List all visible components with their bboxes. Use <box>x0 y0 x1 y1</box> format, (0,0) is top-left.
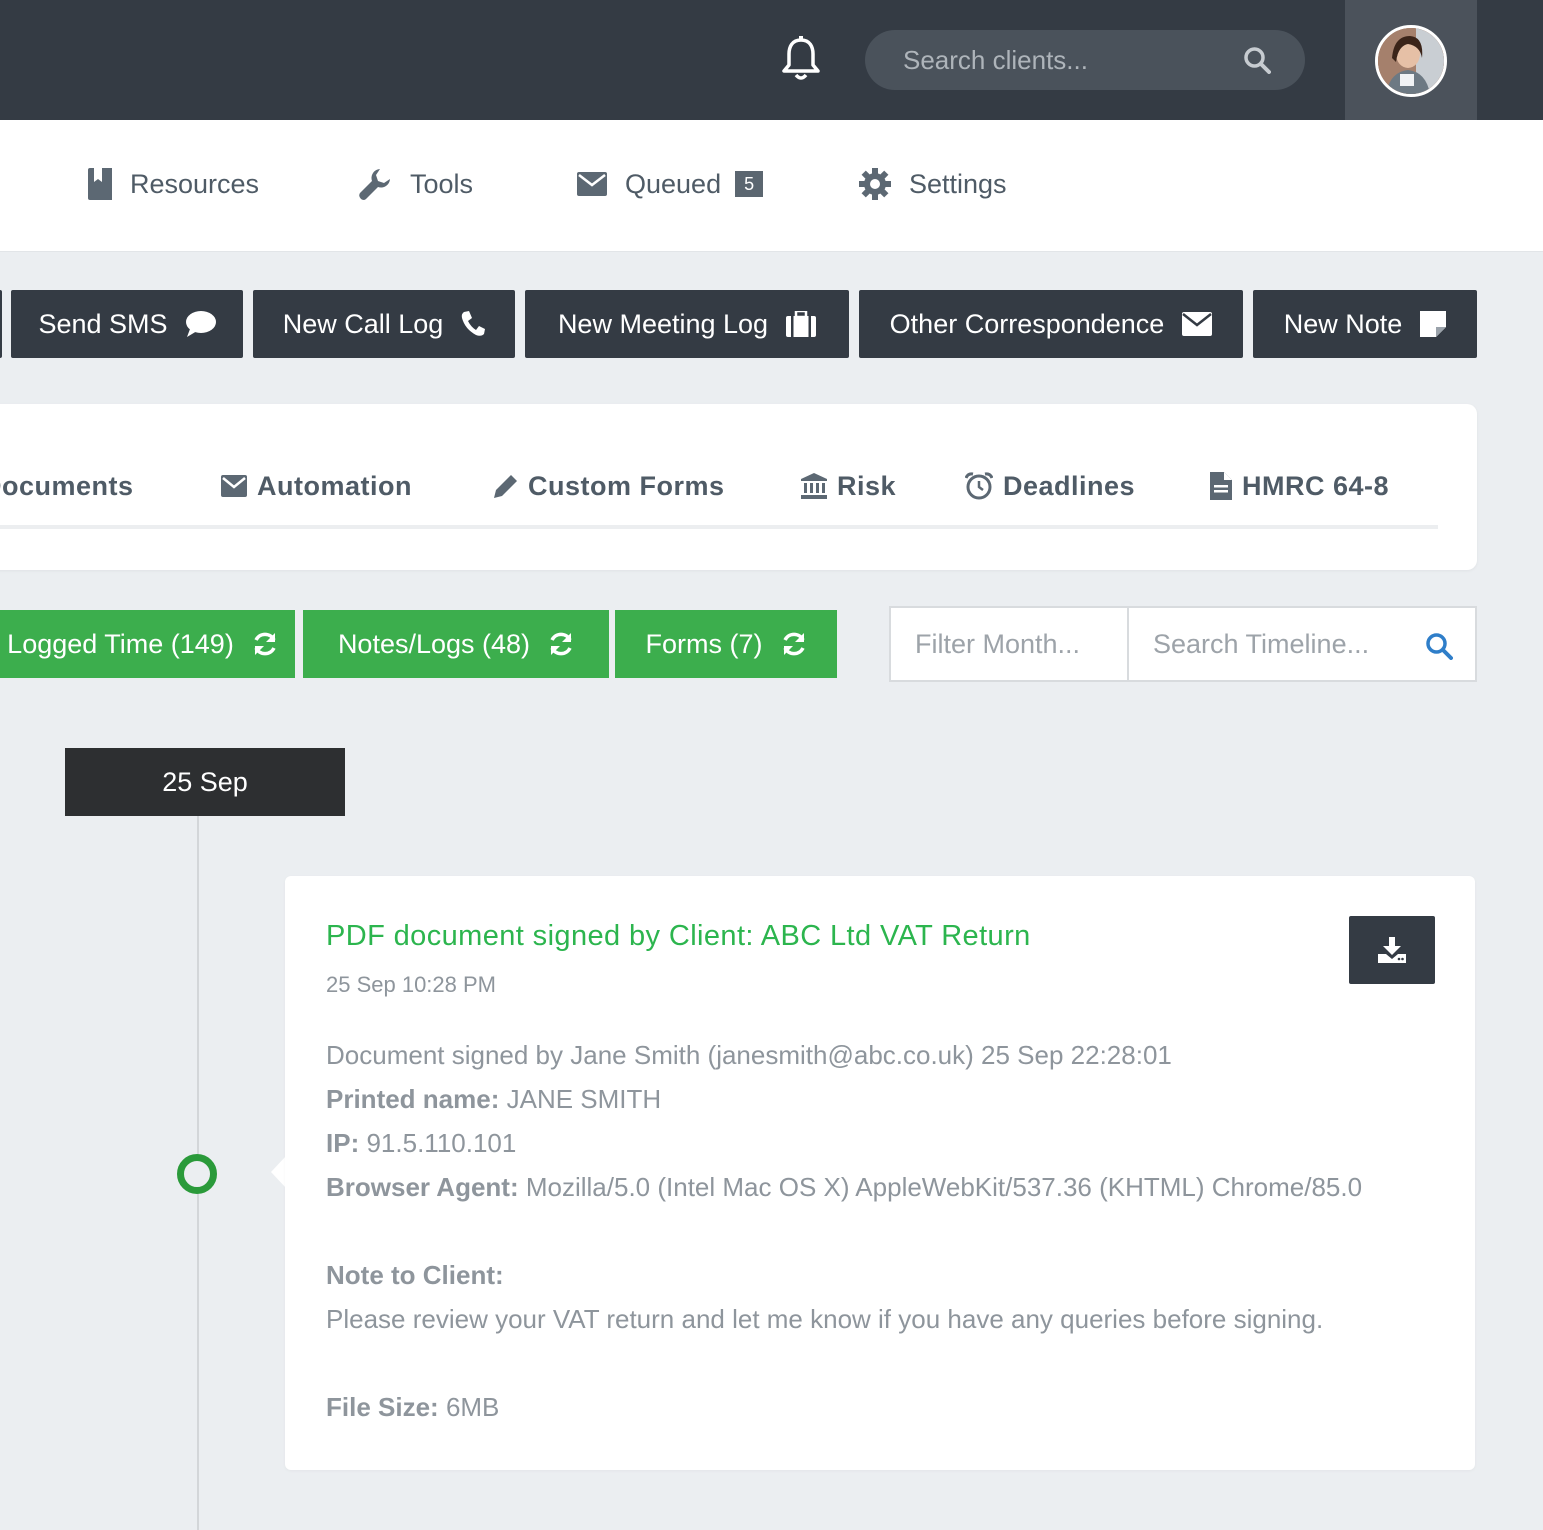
new-meeting-log-button[interactable]: New Meeting Log <box>525 290 849 358</box>
search-timeline-input[interactable] <box>1153 608 1423 680</box>
nav-queued-label: Queued <box>625 168 722 199</box>
nav-tools[interactable]: Tools <box>358 164 473 204</box>
forms-filter-button[interactable]: Forms (7) <box>615 610 837 678</box>
nav-tools-label: Tools <box>410 168 474 199</box>
tab-custom-forms-label: Custom Forms <box>528 470 725 501</box>
nav-queued[interactable]: Queued 5 <box>577 164 764 204</box>
signed-line: Document signed by Jane Smith (janesmith… <box>326 1040 1172 1070</box>
tab-risk[interactable]: Risk <box>801 466 896 506</box>
entry-timestamp: 25 Sep 10:28 PM <box>326 972 497 997</box>
browser-value: Mozilla/5.0 (Intel Mac OS X) AppleWebKit… <box>525 1172 1363 1202</box>
top-bar <box>0 0 1543 120</box>
timeline-filter-box <box>889 606 1477 682</box>
search-icon[interactable] <box>1425 632 1453 660</box>
tab-deadlines[interactable]: Deadlines <box>965 466 1135 506</box>
logged-time-filter-button[interactable]: Logged Time (149) <box>0 610 295 678</box>
tab-risk-label: Risk <box>837 470 897 501</box>
filesize-label: File Size: <box>326 1392 439 1422</box>
bank-icon <box>801 473 827 499</box>
new-call-log-button[interactable]: New Call Log <box>253 290 515 358</box>
send-sms-label: Send SMS <box>38 308 168 339</box>
download-icon <box>1378 937 1406 963</box>
filesize-row: File Size: 6MB <box>326 1392 499 1423</box>
note-row: Note to Client: <box>326 1260 504 1291</box>
tab-underline <box>0 525 1438 529</box>
new-meeting-log-label: New Meeting Log <box>557 308 769 339</box>
ip-row: IP: 91.5.110.101 <box>326 1128 516 1159</box>
logged-time-label: Logged Time (149) <box>7 628 234 659</box>
tabs-card: Documents Automation Custom Forms Risk <box>0 404 1477 570</box>
refresh-icon <box>254 632 276 656</box>
envelope-icon <box>221 475 247 497</box>
send-sms-button[interactable]: Send SMS <box>11 290 243 358</box>
briefcase-icon <box>786 311 817 337</box>
other-correspondence-button[interactable]: Other Correspondence <box>859 290 1243 358</box>
tab-automation-label: Automation <box>257 470 412 501</box>
phone-icon <box>462 311 486 336</box>
download-button[interactable] <box>1349 916 1435 984</box>
tab-hmrc-64-8[interactable]: HMRC 64-8 <box>1210 466 1389 506</box>
note-text: Please review your VAT return and let me… <box>326 1304 1324 1334</box>
other-correspondence-label: Other Correspondence <box>889 308 1165 339</box>
printed-name-label: Printed name: <box>326 1084 500 1114</box>
refresh-icon <box>782 632 805 656</box>
tab-hmrc-label: HMRC 64-8 <box>1242 470 1390 501</box>
queued-count-badge: 5 <box>735 171 764 197</box>
browser-row: Browser Agent: Mozilla/5.0 (Intel Mac OS… <box>326 1172 1362 1203</box>
timeline-entry-card: PDF document signed by Client: ABC Ltd V… <box>285 876 1475 1470</box>
nav-resources-label: Resources <box>130 168 260 199</box>
tab-documents[interactable]: Documents <box>0 466 134 506</box>
gear-icon <box>859 168 891 200</box>
action-button-partial[interactable] <box>0 290 2 358</box>
envelope-icon <box>577 172 607 196</box>
browser-label: Browser Agent: <box>326 1172 519 1202</box>
wrench-icon <box>359 169 390 200</box>
new-note-button[interactable]: New Note <box>1253 290 1477 358</box>
comment-icon <box>185 311 216 337</box>
alarm-clock-icon <box>965 472 993 500</box>
forms-label: Forms (7) <box>645 628 763 659</box>
ip-value: 91.5.110.101 <box>366 1128 517 1158</box>
entry-title[interactable]: PDF document signed by Client: ABC Ltd V… <box>326 920 1031 953</box>
notes-logs-filter-button[interactable]: Notes/Logs (48) <box>303 610 609 678</box>
search-input[interactable] <box>903 30 1233 90</box>
envelope-icon <box>1182 312 1213 336</box>
user-menu[interactable] <box>1345 0 1477 120</box>
filter-month-wrap <box>891 608 1129 680</box>
nav-resources[interactable]: Resources <box>88 164 259 204</box>
card-pointer <box>271 1156 286 1188</box>
nav-settings-label: Settings <box>909 168 1007 199</box>
pencil-icon <box>494 475 517 498</box>
timeline-dot <box>177 1154 217 1194</box>
search-icon[interactable] <box>1243 46 1271 74</box>
avatar[interactable] <box>1375 25 1447 97</box>
filesize-value: 6MB <box>445 1392 500 1422</box>
new-call-log-label: New Call Log <box>282 308 444 339</box>
main-nav: Resources Tools Queued 5 Settings <box>0 120 1543 252</box>
filter-month-input[interactable] <box>915 608 1115 680</box>
date-label-text: 25 Sep <box>162 766 248 797</box>
printed-name-row: Printed name: JANE SMITH <box>326 1084 661 1115</box>
nav-settings[interactable]: Settings <box>859 164 1007 204</box>
file-icon <box>1210 472 1232 500</box>
bell-icon[interactable] <box>781 36 821 82</box>
new-note-label: New Note <box>1283 308 1403 339</box>
tab-automation[interactable]: Automation <box>221 466 412 506</box>
tab-documents-label: Documents <box>0 470 134 501</box>
book-icon <box>88 168 112 200</box>
printed-name-value: JANE SMITH <box>506 1084 662 1114</box>
sticky-note-icon <box>1420 311 1447 337</box>
notes-logs-label: Notes/Logs (48) <box>337 628 531 659</box>
tab-custom-forms[interactable]: Custom Forms <box>494 466 725 506</box>
client-search <box>865 30 1305 90</box>
ip-label: IP: <box>326 1128 360 1158</box>
tab-deadlines-label: Deadlines <box>1003 470 1136 501</box>
refresh-icon <box>550 632 572 656</box>
note-label: Note to Client: <box>326 1260 504 1290</box>
timeline-date-label: 25 Sep <box>65 748 345 816</box>
